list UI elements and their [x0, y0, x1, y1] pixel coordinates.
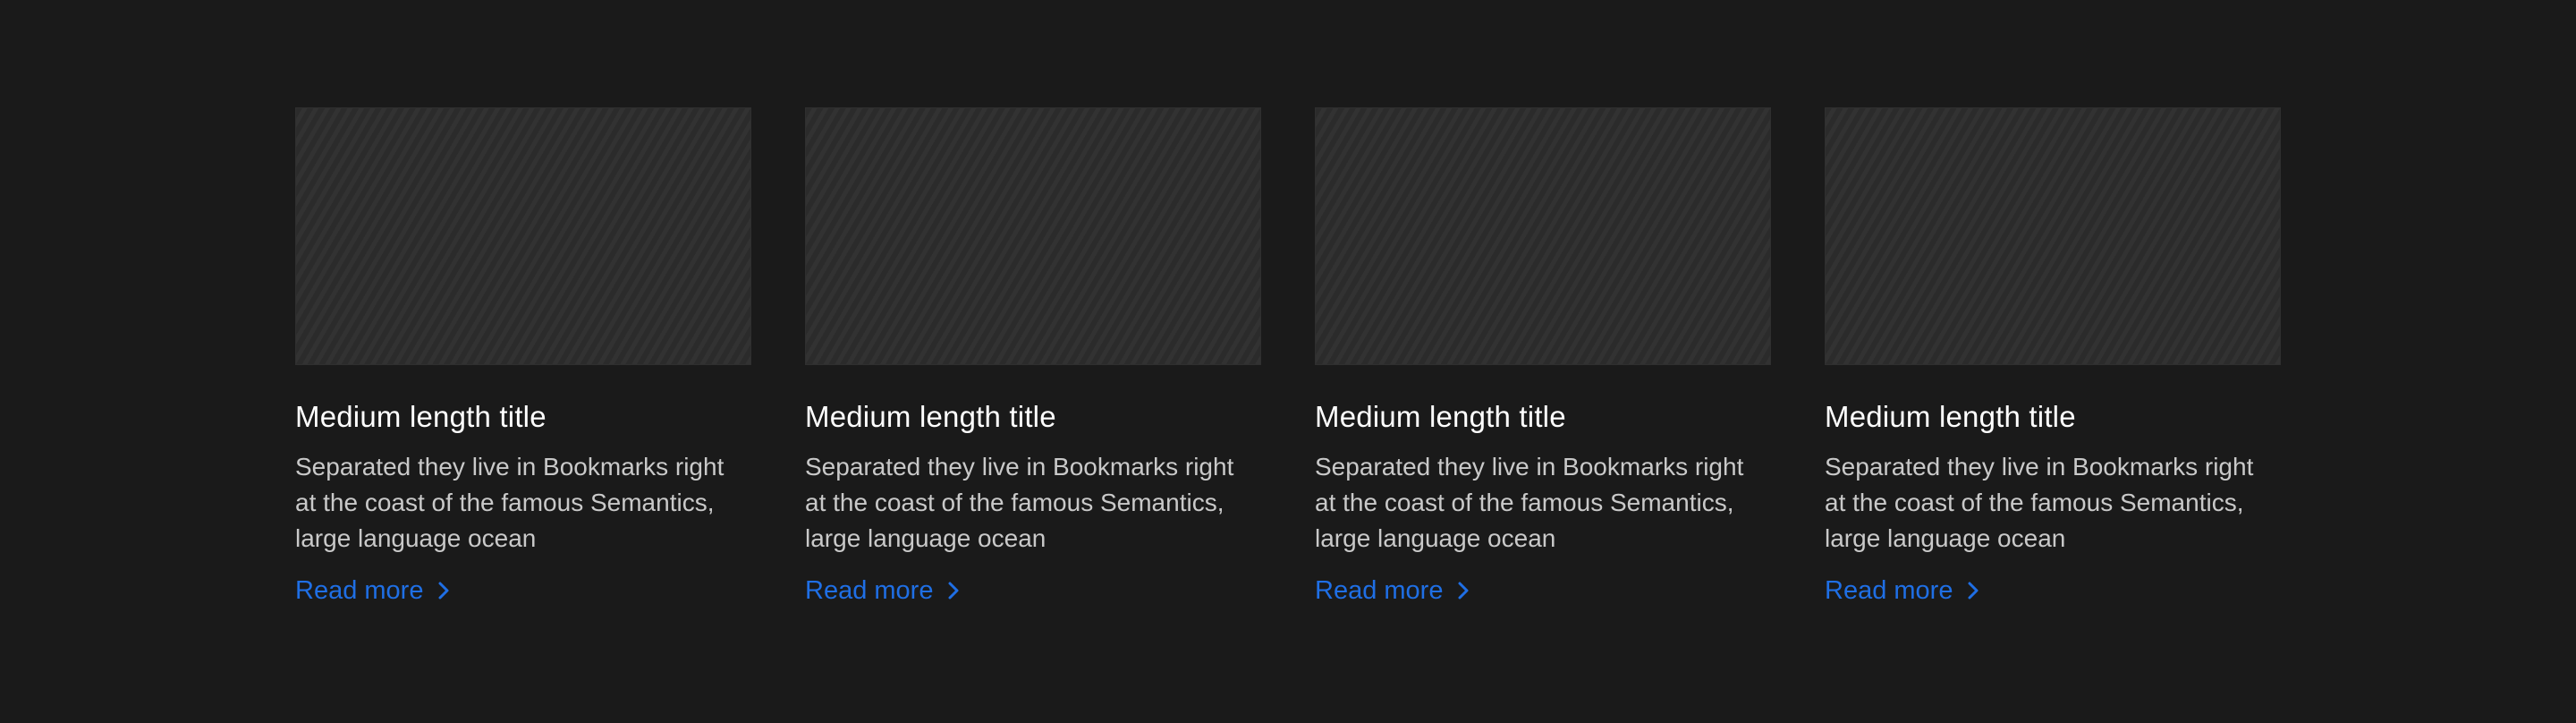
card-description: Separated they live in Bookmarks right a… [295, 453, 724, 552]
read-more-link[interactable]: Read more [805, 573, 962, 608]
chevron-right-icon [945, 581, 962, 600]
card-description: Separated they live in Bookmarks right a… [1315, 453, 1744, 552]
chevron-right-icon [1455, 581, 1471, 600]
card-1: Medium length title Separated they live … [295, 107, 751, 608]
card-image-placeholder [1315, 107, 1771, 365]
card-image-placeholder [1825, 107, 2281, 365]
card-title: Medium length title [805, 400, 1056, 433]
card-grid: Medium length title Separated they live … [295, 107, 2576, 608]
read-more-label: Read more [295, 576, 424, 605]
card-title: Medium length title [295, 400, 547, 433]
read-more-link[interactable]: Read more [1825, 573, 1981, 608]
card-grid-section: Medium length title Separated they live … [0, 0, 2576, 723]
chevron-right-icon [1965, 581, 1981, 600]
card-description: Separated they live in Bookmarks right a… [805, 453, 1234, 552]
read-more-link[interactable]: Read more [295, 573, 452, 608]
read-more-label: Read more [1825, 576, 1953, 605]
read-more-link[interactable]: Read more [1315, 573, 1471, 608]
card-title: Medium length title [1825, 400, 2076, 433]
card-description: Separated they live in Bookmarks right a… [1825, 453, 2254, 552]
chevron-right-icon [436, 581, 452, 600]
card-3: Medium length title Separated they live … [1315, 107, 1771, 608]
card-image-placeholder [805, 107, 1261, 365]
card-4: Medium length title Separated they live … [1825, 107, 2281, 608]
card-2: Medium length title Separated they live … [805, 107, 1261, 608]
read-more-label: Read more [805, 576, 934, 605]
read-more-label: Read more [1315, 576, 1444, 605]
card-image-placeholder [295, 107, 751, 365]
card-title: Medium length title [1315, 400, 1566, 433]
